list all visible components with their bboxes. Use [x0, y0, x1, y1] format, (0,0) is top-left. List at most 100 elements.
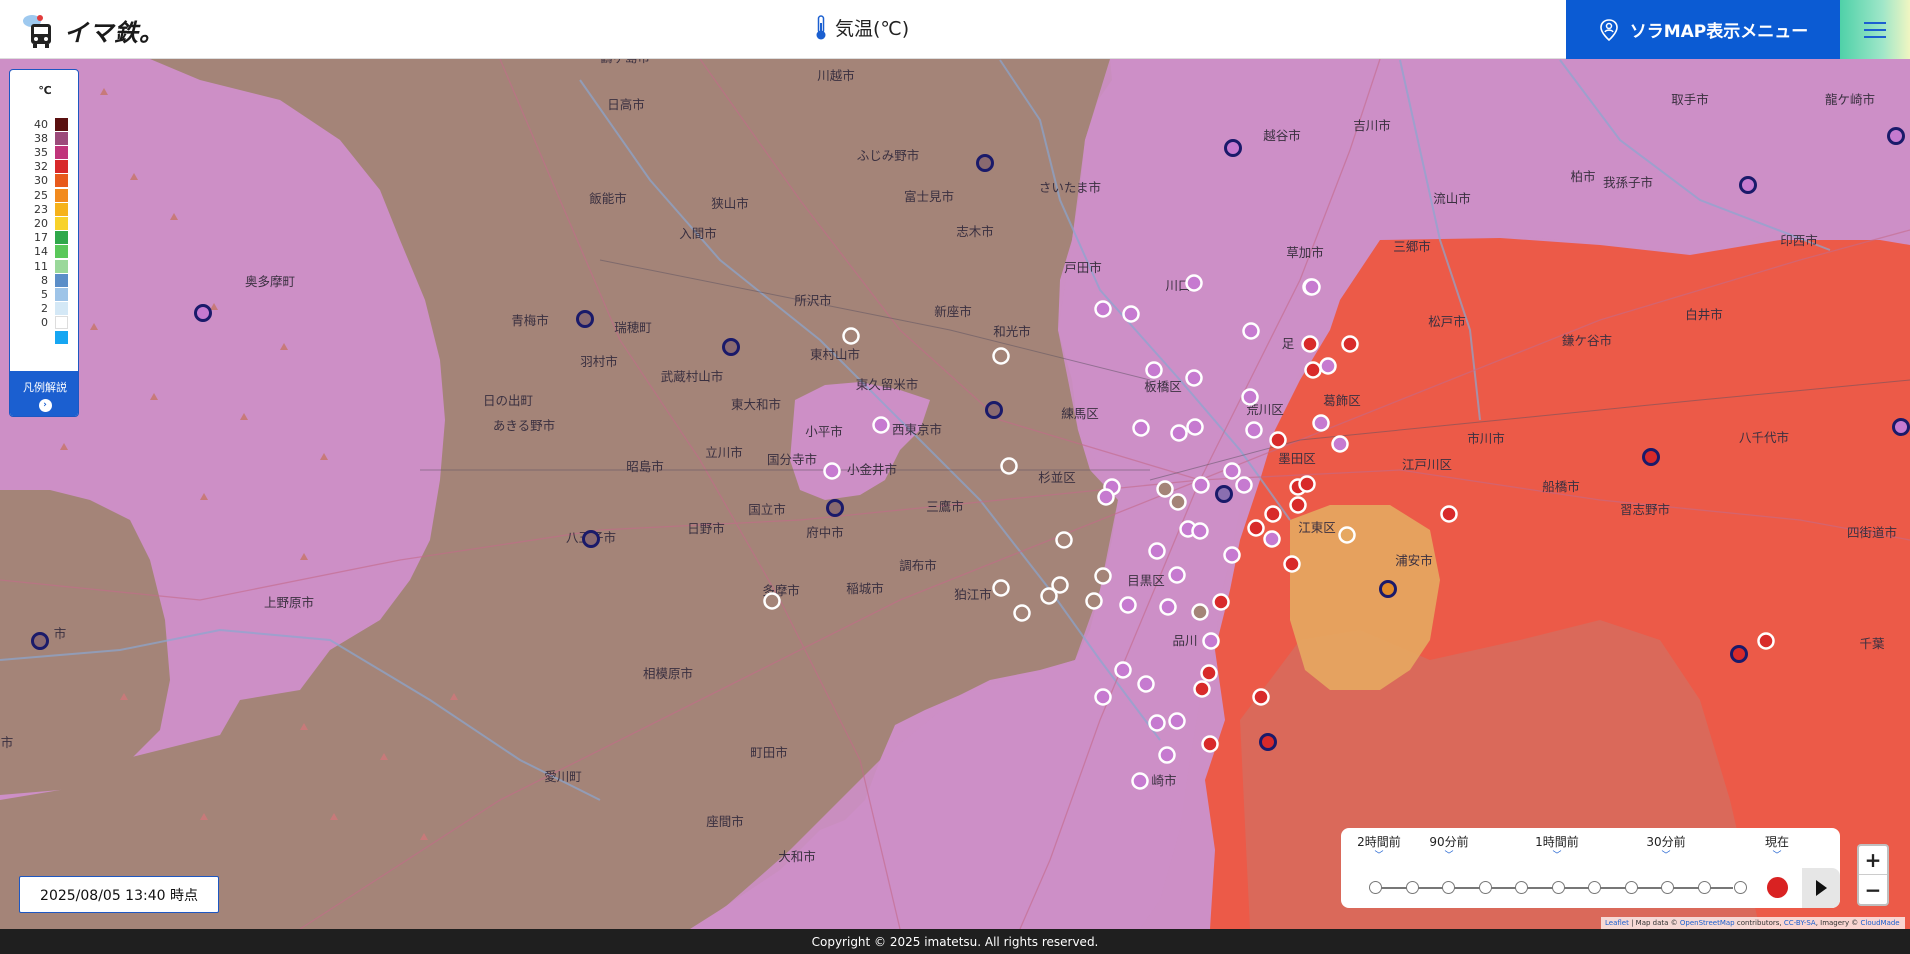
observation-station-marker[interactable]: [1156, 480, 1174, 498]
observation-station-marker[interactable]: [1730, 645, 1748, 663]
time-slider-step[interactable]: [1624, 881, 1638, 894]
observation-station-marker[interactable]: [1094, 688, 1112, 706]
play-button[interactable]: [1802, 868, 1840, 908]
observation-station-marker[interactable]: [1097, 488, 1115, 506]
observation-station-marker[interactable]: [872, 416, 890, 434]
observation-station-marker[interactable]: [1739, 176, 1757, 194]
time-slider[interactable]: 2時間前 ﹀ 90分前 ﹀ 1時間前 ﹀ 30分前 ﹀ 現在 ﹀: [1341, 828, 1840, 908]
observation-station-marker[interactable]: [1283, 555, 1301, 573]
time-slider-step[interactable]: [1442, 881, 1455, 894]
observation-station-marker[interactable]: [1304, 361, 1322, 379]
observation-station-marker[interactable]: [1169, 493, 1187, 511]
time-slider-step[interactable]: [1551, 881, 1565, 894]
observation-station-marker[interactable]: [582, 530, 600, 548]
observation-station-marker[interactable]: [1013, 604, 1031, 622]
observation-station-marker[interactable]: [1223, 546, 1241, 564]
observation-station-marker[interactable]: [1298, 475, 1316, 493]
observation-station-marker[interactable]: [763, 592, 781, 610]
time-label[interactable]: 現在 ﹀: [1747, 833, 1807, 861]
cc-by-sa-link[interactable]: CC-BY-SA: [1784, 919, 1816, 927]
time-slider-step[interactable]: [1661, 881, 1674, 894]
observation-station-marker[interactable]: [985, 401, 1003, 419]
observation-station-marker[interactable]: [1269, 431, 1287, 449]
observation-station-marker[interactable]: [1440, 505, 1458, 523]
observation-station-marker[interactable]: [1191, 522, 1209, 540]
observation-station-marker[interactable]: [194, 304, 212, 322]
observation-station-marker[interactable]: [1185, 274, 1203, 292]
observation-station-marker[interactable]: [1892, 418, 1910, 436]
observation-station-marker[interactable]: [1379, 580, 1397, 598]
observation-station-marker[interactable]: [842, 327, 860, 345]
observation-station-marker[interactable]: [823, 462, 841, 480]
observation-station-marker[interactable]: [1119, 596, 1137, 614]
observation-station-marker[interactable]: [1193, 680, 1211, 698]
observation-station-marker[interactable]: [576, 310, 594, 328]
observation-station-marker[interactable]: [1887, 127, 1905, 145]
observation-station-marker[interactable]: [1242, 322, 1260, 340]
observation-station-marker[interactable]: [1192, 476, 1210, 494]
sora-map-menu-button[interactable]: ソラMAP表示メニュー: [1566, 0, 1840, 59]
leaflet-link[interactable]: Leaflet: [1605, 919, 1629, 927]
observation-station-marker[interactable]: [826, 499, 844, 517]
observation-station-marker[interactable]: [722, 338, 740, 356]
observation-station-marker[interactable]: [1319, 357, 1337, 375]
observation-station-marker[interactable]: [1642, 448, 1660, 466]
observation-station-marker[interactable]: [1301, 335, 1319, 353]
observation-station-marker[interactable]: [1212, 593, 1230, 611]
time-slider-step[interactable]: [1515, 881, 1528, 894]
time-label[interactable]: 1時間前 ﹀: [1527, 833, 1587, 861]
time-label[interactable]: 30分前 ﹀: [1636, 833, 1696, 861]
observation-station-marker[interactable]: [1757, 632, 1775, 650]
observation-station-marker[interactable]: [1170, 424, 1188, 442]
observation-station-marker[interactable]: [1148, 714, 1166, 732]
observation-station-marker[interactable]: [976, 154, 994, 172]
observation-station-marker[interactable]: [1331, 435, 1349, 453]
cloudmade-link[interactable]: CloudMade: [1861, 919, 1900, 927]
observation-station-marker[interactable]: [1114, 661, 1132, 679]
observation-station-marker[interactable]: [1235, 476, 1253, 494]
observation-station-marker[interactable]: [1168, 566, 1186, 584]
observation-station-marker[interactable]: [1215, 485, 1233, 503]
observation-station-marker[interactable]: [1263, 530, 1281, 548]
observation-station-marker[interactable]: [1158, 746, 1176, 764]
time-slider-step[interactable]: [1405, 881, 1419, 894]
hamburger-menu-button[interactable]: [1840, 0, 1910, 59]
observation-station-marker[interactable]: [1132, 419, 1150, 437]
observation-station-marker[interactable]: [1186, 418, 1204, 436]
zoom-out-button[interactable]: −: [1859, 875, 1887, 904]
time-label[interactable]: 2時間前 ﹀: [1349, 833, 1409, 861]
time-slider-step[interactable]: [1734, 881, 1747, 894]
observation-station-marker[interactable]: [1338, 526, 1356, 544]
observation-station-marker[interactable]: [1000, 457, 1018, 475]
observation-station-marker[interactable]: [1185, 369, 1203, 387]
observation-station-marker[interactable]: [1168, 712, 1186, 730]
observation-station-marker[interactable]: [1137, 675, 1155, 693]
observation-station-marker[interactable]: [1289, 496, 1307, 514]
observation-station-marker[interactable]: [1252, 688, 1270, 706]
time-label[interactable]: 90分前 ﹀: [1419, 833, 1479, 861]
time-slider-step[interactable]: [1697, 881, 1711, 894]
observation-station-marker[interactable]: [1094, 300, 1112, 318]
logo[interactable]: イマ鉄。: [22, 10, 164, 50]
observation-station-marker[interactable]: [1224, 139, 1242, 157]
observation-station-marker[interactable]: [1051, 576, 1069, 594]
time-slider-step[interactable]: [1588, 881, 1601, 894]
observation-station-marker[interactable]: [1264, 505, 1282, 523]
observation-station-marker[interactable]: [1245, 421, 1263, 439]
observation-station-marker[interactable]: [1085, 592, 1103, 610]
observation-station-marker[interactable]: [1341, 335, 1359, 353]
observation-station-marker[interactable]: [1303, 278, 1321, 296]
observation-station-marker[interactable]: [1191, 603, 1209, 621]
time-slider-step[interactable]: [1478, 881, 1492, 894]
legend-explanation-button[interactable]: 凡例解説 ›: [10, 371, 78, 416]
observation-station-marker[interactable]: [1201, 735, 1219, 753]
observation-station-marker[interactable]: [1145, 361, 1163, 379]
zoom-in-button[interactable]: +: [1859, 846, 1887, 875]
observation-station-marker[interactable]: [1159, 598, 1177, 616]
time-slider-step[interactable]: [1369, 881, 1382, 894]
observation-station-marker[interactable]: [1200, 664, 1218, 682]
observation-station-marker[interactable]: [992, 579, 1010, 597]
observation-station-marker[interactable]: [1202, 632, 1220, 650]
observation-station-marker[interactable]: [31, 632, 49, 650]
weather-map[interactable]: 鶴ヶ島市川越市日高市越谷市吉川市取手市龍ケ崎市ふじみ野市さいたま市柏市我孫子市飯…: [0, 59, 1910, 929]
